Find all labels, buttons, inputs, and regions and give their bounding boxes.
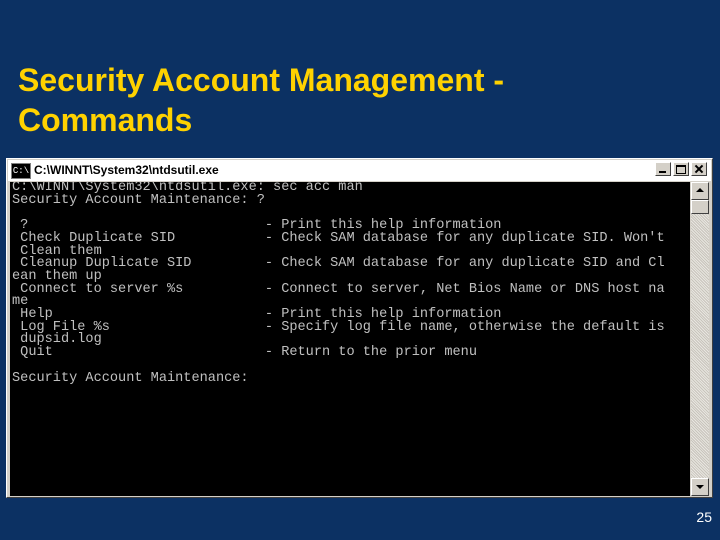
maximize-button[interactable] bbox=[673, 162, 689, 176]
page-number: 25 bbox=[696, 509, 712, 525]
slide-title: Security Account Management - Commands bbox=[18, 60, 708, 140]
window-title: C:\WINNT\System32\ntdsutil.exe bbox=[34, 163, 219, 177]
console-output[interactable]: C:\WINNT\System32\ntdsutil.exe: sec acc … bbox=[10, 182, 690, 496]
console-line: Security Account Maintenance: ? bbox=[12, 192, 265, 208]
slide-title-line-2: Commands bbox=[18, 102, 193, 138]
scroll-down-button[interactable] bbox=[691, 478, 709, 496]
vertical-scrollbar[interactable] bbox=[691, 182, 709, 496]
console-line: Connect to server %s - Connect to server… bbox=[12, 281, 665, 297]
close-button[interactable] bbox=[691, 162, 707, 176]
console-line: Security Account Maintenance: bbox=[12, 370, 249, 386]
scroll-thumb[interactable] bbox=[691, 200, 709, 214]
console-line: Check Duplicate SID - Check SAM database… bbox=[12, 230, 665, 246]
window-titlebar[interactable]: C:\ C:\WINNT\System32\ntdsutil.exe bbox=[8, 160, 711, 181]
console-line: Cleanup Duplicate SID - Check SAM databa… bbox=[12, 256, 665, 272]
console-app-icon[interactable]: C:\ bbox=[11, 163, 31, 179]
console-line: Quit - Return to the prior menu bbox=[12, 345, 477, 361]
console-window[interactable]: C:\ C:\WINNT\System32\ntdsutil.exe C:\WI… bbox=[6, 158, 713, 498]
console-text: C:\WINNT\System32\ntdsutil.exe: sec acc … bbox=[10, 182, 690, 385]
minimize-button[interactable] bbox=[655, 162, 671, 176]
console-line: Log File %s - Specify log file name, oth… bbox=[12, 319, 665, 335]
scroll-up-button[interactable] bbox=[691, 182, 709, 200]
slide-title-line-1: Security Account Management - bbox=[18, 62, 505, 98]
